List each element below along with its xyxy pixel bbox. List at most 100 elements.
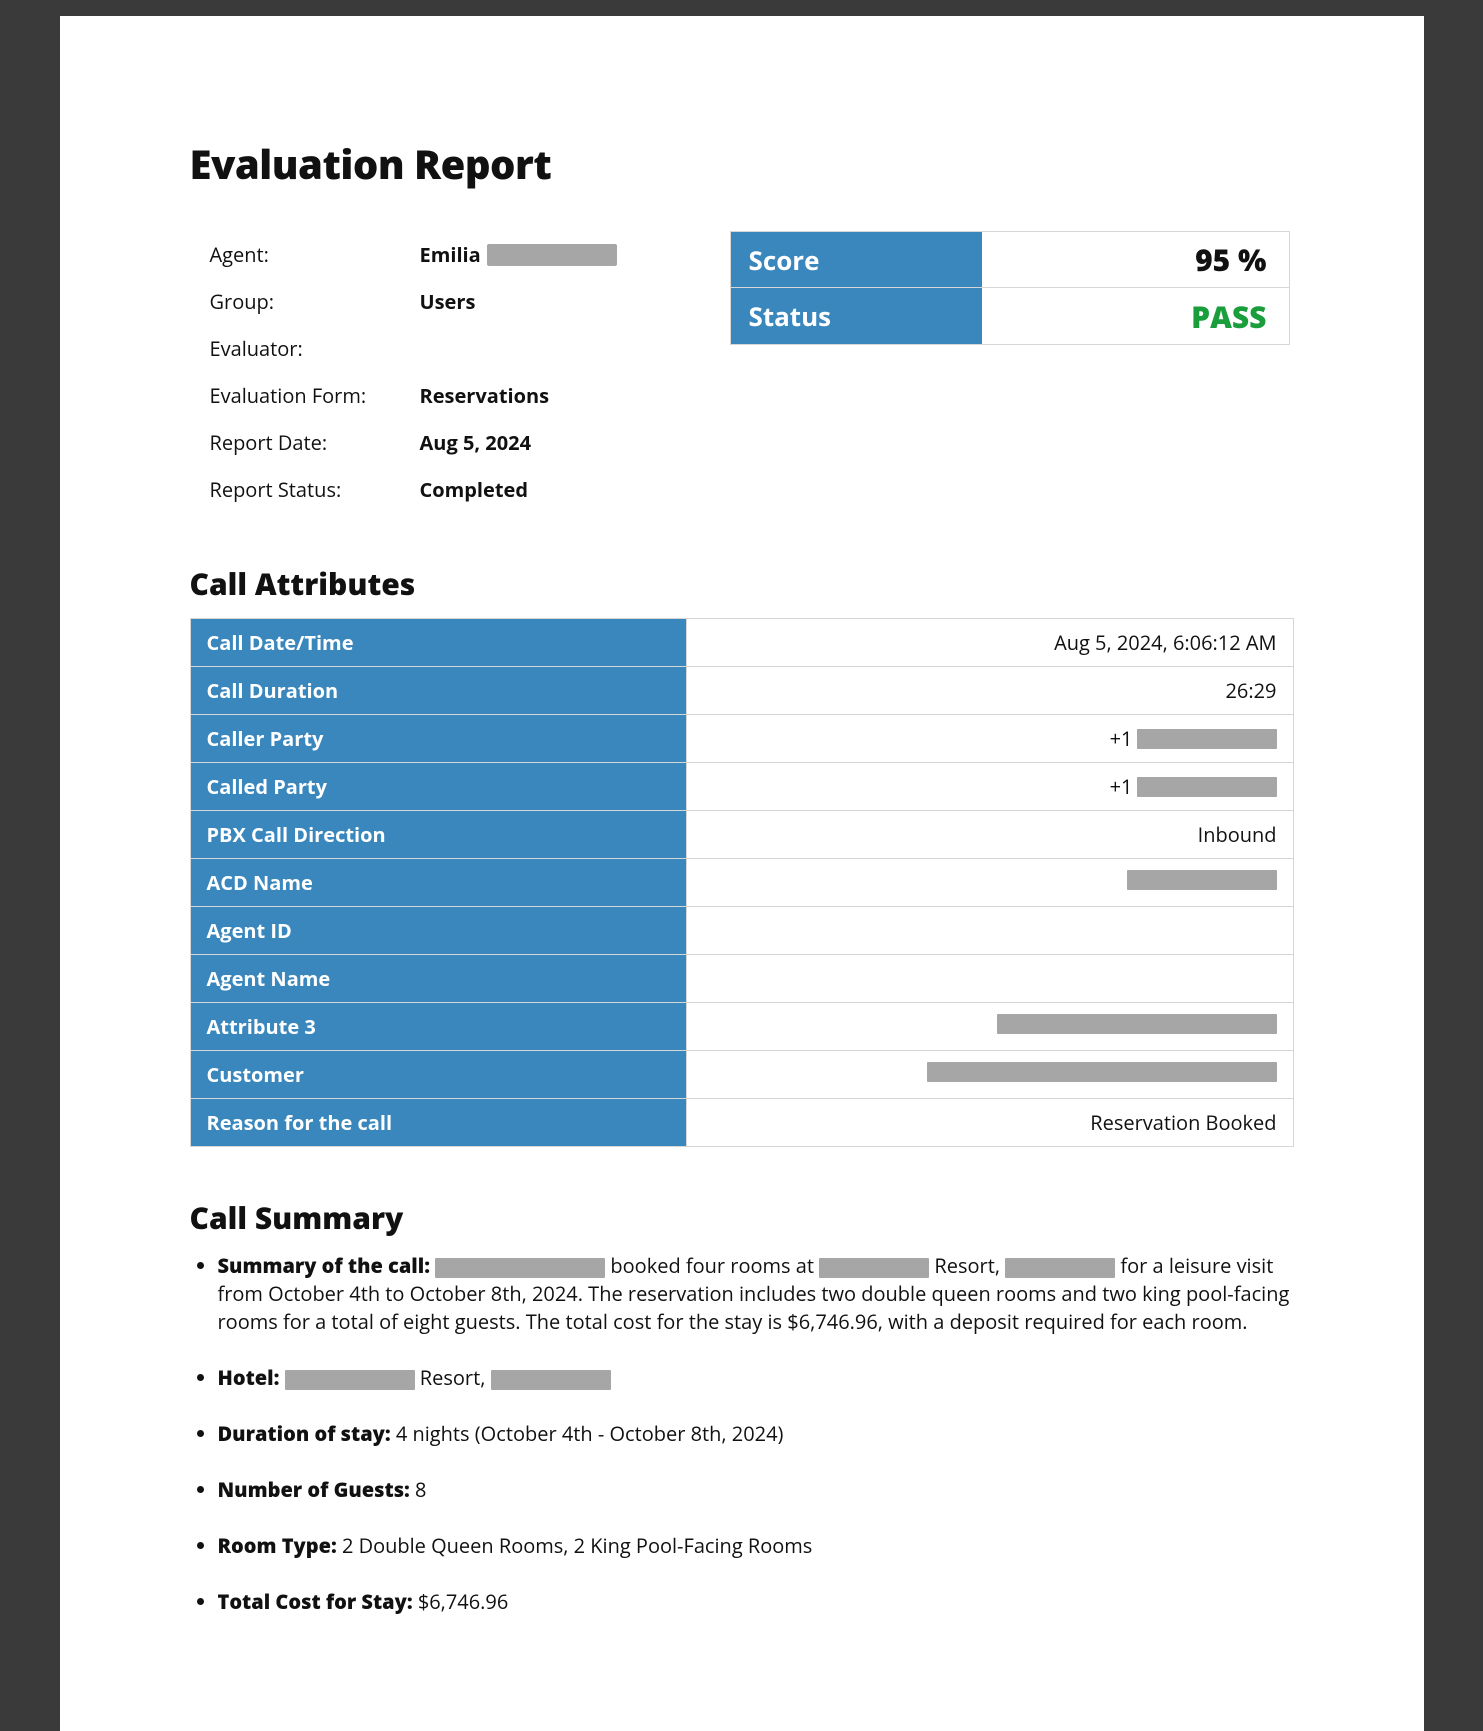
status-label: Status xyxy=(731,288,982,344)
table-row: ACD Name xyxy=(190,859,1293,907)
attr-label: ACD Name xyxy=(190,859,686,907)
top-row: Agent: Emilia Group: Users Evaluator: Ev… xyxy=(190,231,1294,513)
attr-value-text: Inbound xyxy=(1198,821,1277,848)
meta-value-status: Completed xyxy=(420,476,529,503)
summary-text-1: booked four rooms at xyxy=(610,1252,819,1279)
meta-label-form: Evaluation Form: xyxy=(210,382,420,409)
meta-form-row: Evaluation Form: Reservations xyxy=(210,372,670,419)
attr-label: Called Party xyxy=(190,763,686,811)
redacted-customer-name xyxy=(435,1258,605,1278)
table-row: PBX Call Direction Inbound xyxy=(190,811,1293,859)
attr-value xyxy=(686,1051,1293,1099)
meta-value-agent: Emilia xyxy=(420,241,617,268)
meta-value-group: Users xyxy=(420,288,476,315)
summary-item-duration: Duration of stay: 4 nights (October 4th … xyxy=(218,1420,1294,1448)
score-row-status: Status PASS xyxy=(731,288,1289,344)
attr-label: Attribute 3 xyxy=(190,1003,686,1051)
summary-item-cost: Total Cost for Stay: $6,746.96 xyxy=(218,1588,1294,1616)
redacted-value xyxy=(1137,729,1277,749)
attr-label: Agent Name xyxy=(190,955,686,1003)
duration-bold: Duration of stay: xyxy=(218,1420,391,1447)
score-row-score: Score 95 % xyxy=(731,232,1289,288)
page-title: Evaluation Report xyxy=(190,136,1294,191)
attr-value: Inbound xyxy=(686,811,1293,859)
table-row: Call Date/Time Aug 5, 2024, 6:06:12 AM xyxy=(190,619,1293,667)
document-page: Evaluation Report Agent: Emilia Group: U… xyxy=(32,0,1452,1731)
attr-label: PBX Call Direction xyxy=(190,811,686,859)
meta-value-form: Reservations xyxy=(420,382,550,409)
summary-text-2: Resort, xyxy=(934,1252,1005,1279)
attr-value xyxy=(686,1003,1293,1051)
attr-value xyxy=(686,859,1293,907)
meta-label-group: Group: xyxy=(210,288,420,315)
attr-label: Agent ID xyxy=(190,907,686,955)
redacted-value xyxy=(927,1062,1277,1082)
redacted-agent-lastname xyxy=(487,244,617,266)
table-row: Called Party +1 xyxy=(190,763,1293,811)
hotel-bold: Hotel: xyxy=(218,1364,280,1391)
meta-block: Agent: Emilia Group: Users Evaluator: Ev… xyxy=(190,231,670,513)
duration-value: 4 nights (October 4th - October 8th, 202… xyxy=(396,1420,784,1447)
meta-label-agent: Agent: xyxy=(210,241,420,268)
attr-value: Reservation Booked xyxy=(686,1099,1293,1147)
attr-value: Aug 5, 2024, 6:06:12 AM xyxy=(686,619,1293,667)
attr-value: 26:29 xyxy=(686,667,1293,715)
table-row: Agent ID xyxy=(190,907,1293,955)
attr-value-text: Reservation Booked xyxy=(1090,1109,1276,1136)
cost-bold: Total Cost for Stay: xyxy=(218,1588,413,1615)
meta-evaluator-row: Evaluator: xyxy=(210,325,670,372)
redacted-hotel-name xyxy=(819,1258,929,1278)
summary-item-hotel: Hotel: Resort, xyxy=(218,1364,1294,1392)
table-row: Reason for the call Reservation Booked xyxy=(190,1099,1293,1147)
table-row: Caller Party +1 xyxy=(190,715,1293,763)
call-summary-list: Summary of the call: booked four rooms a… xyxy=(190,1252,1294,1616)
redacted-hotel-name-2 xyxy=(285,1370,415,1390)
guests-bold: Number of Guests: xyxy=(218,1476,410,1503)
attr-label: Customer xyxy=(190,1051,686,1099)
redacted-location-2 xyxy=(491,1370,611,1390)
table-row: Agent Name xyxy=(190,955,1293,1003)
score-label: Score xyxy=(731,232,982,287)
status-value: PASS xyxy=(982,288,1289,344)
cost-value: $6,746.96 xyxy=(418,1588,508,1615)
summary-item-room: Room Type: 2 Double Queen Rooms, 2 King … xyxy=(218,1532,1294,1560)
table-row: Attribute 3 xyxy=(190,1003,1293,1051)
guests-value: 8 xyxy=(415,1476,426,1503)
meta-status-row: Report Status: Completed xyxy=(210,466,670,513)
meta-value-date: Aug 5, 2024 xyxy=(420,429,532,456)
meta-label-evaluator: Evaluator: xyxy=(210,335,420,362)
table-row: Customer xyxy=(190,1051,1293,1099)
hotel-text-1: Resort, xyxy=(420,1364,491,1391)
attr-value-prefix: +1 xyxy=(1110,773,1133,800)
attr-value: +1 xyxy=(686,763,1293,811)
call-summary-heading: Call Summary xyxy=(190,1197,1294,1238)
redacted-value xyxy=(997,1014,1277,1034)
redacted-value xyxy=(1137,777,1277,797)
meta-agent-row: Agent: Emilia xyxy=(210,231,670,278)
attr-label: Reason for the call xyxy=(190,1099,686,1147)
table-row: Call Duration 26:29 xyxy=(190,667,1293,715)
attr-value xyxy=(686,955,1293,1003)
summary-item-guests: Number of Guests: 8 xyxy=(218,1476,1294,1504)
agent-name: Emilia xyxy=(420,241,481,268)
meta-date-row: Report Date: Aug 5, 2024 xyxy=(210,419,670,466)
attr-label: Call Duration xyxy=(190,667,686,715)
room-value: 2 Double Queen Rooms, 2 King Pool-Facing… xyxy=(342,1532,812,1559)
room-bold: Room Type: xyxy=(218,1532,337,1559)
attr-label: Caller Party xyxy=(190,715,686,763)
score-card: Score 95 % Status PASS xyxy=(730,231,1290,345)
meta-group-row: Group: Users xyxy=(210,278,670,325)
redacted-location xyxy=(1005,1258,1115,1278)
attr-value xyxy=(686,907,1293,955)
summary-bold: Summary of the call: xyxy=(218,1252,431,1279)
attr-value-text: 26:29 xyxy=(1226,677,1277,704)
meta-label-status: Report Status: xyxy=(210,476,420,503)
attr-label: Call Date/Time xyxy=(190,619,686,667)
meta-label-date: Report Date: xyxy=(210,429,420,456)
call-attributes-heading: Call Attributes xyxy=(190,563,1294,604)
attr-value-text: Aug 5, 2024, 6:06:12 AM xyxy=(1054,629,1276,656)
summary-item-overview: Summary of the call: booked four rooms a… xyxy=(218,1252,1294,1336)
redacted-value xyxy=(1127,870,1277,890)
score-value: 95 % xyxy=(982,232,1289,287)
attr-value-prefix: +1 xyxy=(1110,725,1133,752)
